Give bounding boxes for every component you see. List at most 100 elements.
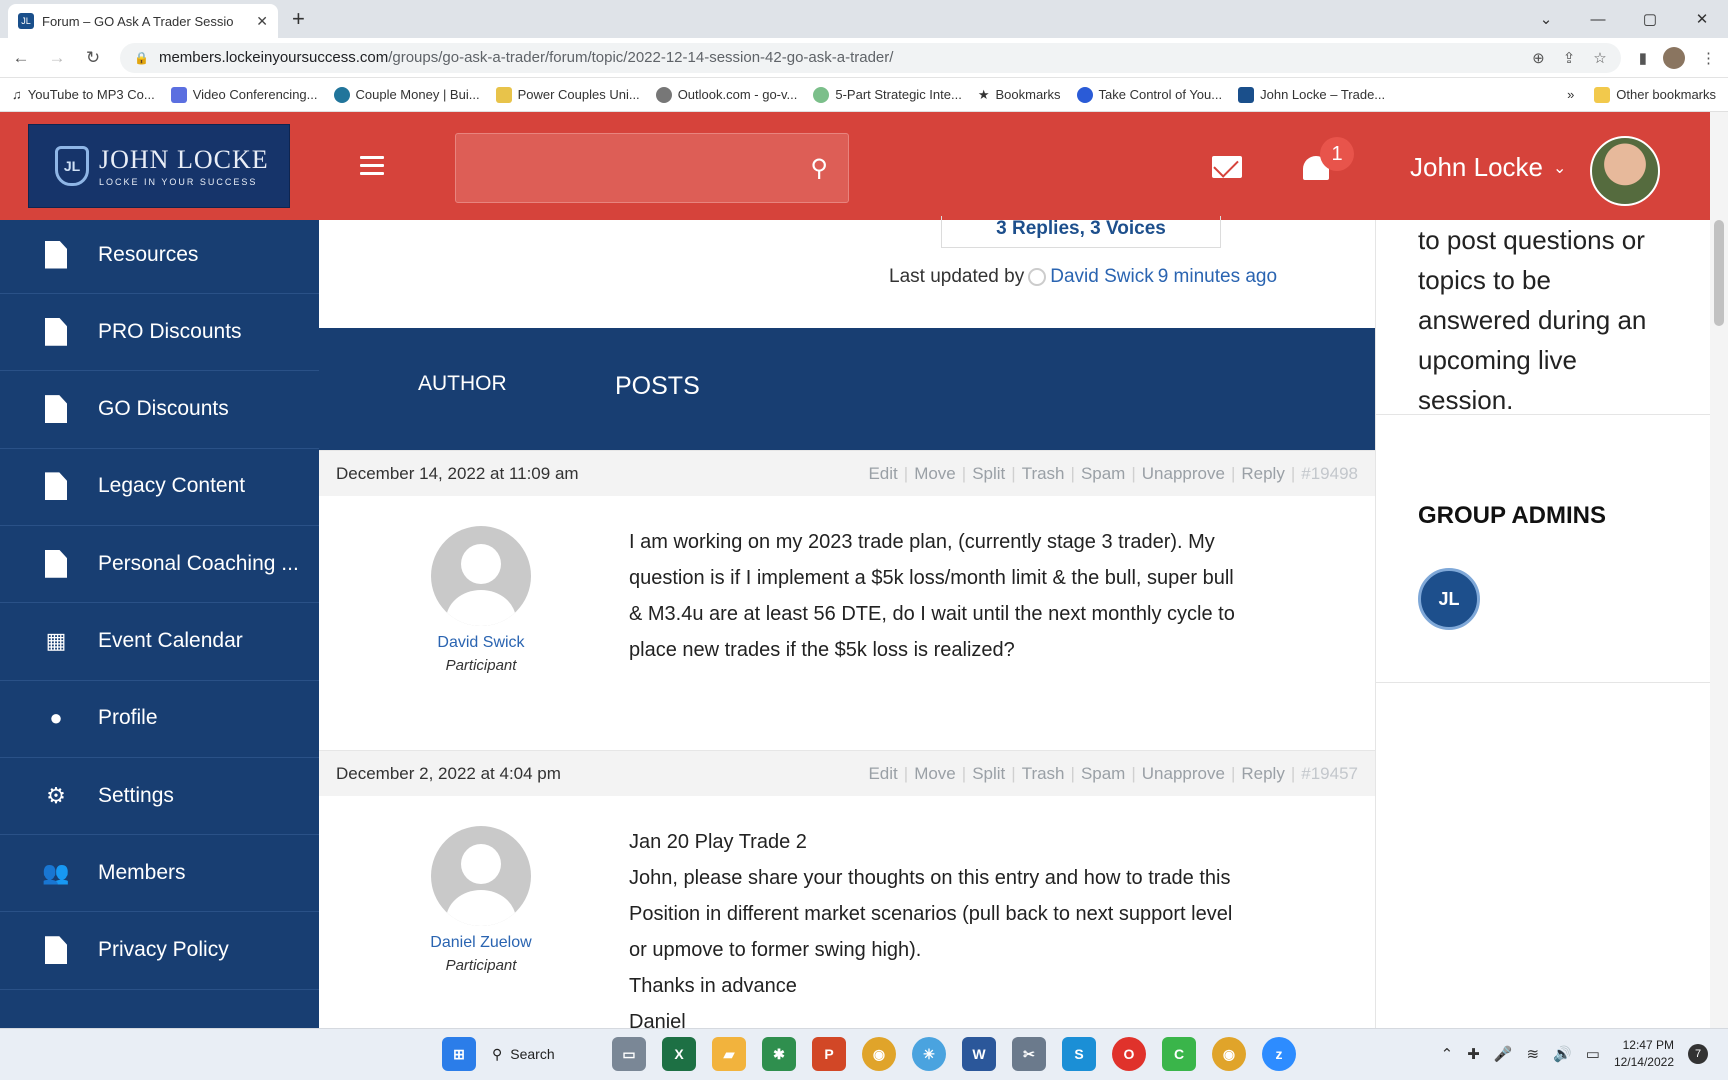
opera-icon[interactable]: O <box>1112 1037 1146 1071</box>
side-panel-icon[interactable]: ▮ <box>1639 49 1647 67</box>
last-updated-time-link[interactable]: 9 minutes ago <box>1158 266 1277 288</box>
post-action-move[interactable]: Move <box>914 764 956 784</box>
post-permalink[interactable]: #19498 <box>1301 464 1358 484</box>
app-tray-icon[interactable]: ✚ <box>1467 1045 1480 1063</box>
author-name-link[interactable]: Daniel Zuelow <box>381 934 581 952</box>
other-bookmarks[interactable]: Other bookmarks <box>1594 86 1716 103</box>
notification-center-badge[interactable]: 7 <box>1688 1044 1708 1064</box>
excel-icon[interactable]: X <box>662 1037 696 1071</box>
envelope-icon[interactable] <box>1212 156 1242 178</box>
close-tab-icon[interactable]: ✕ <box>256 13 268 30</box>
bookmark-item[interactable]: 5-Part Strategic Inte... <box>813 86 962 103</box>
windows-start-icon[interactable]: ⊞ <box>442 1037 476 1071</box>
chevron-up-icon[interactable]: ⌃ <box>1441 1045 1454 1063</box>
post-action-spam[interactable]: Spam <box>1081 464 1125 484</box>
task-view-icon[interactable]: ▭ <box>612 1037 646 1071</box>
battery-icon[interactable]: ▭ <box>1586 1045 1600 1063</box>
sidebar-item[interactable]: Personal Coaching ... <box>0 525 319 604</box>
post-action-trash[interactable]: Trash <box>1022 764 1065 784</box>
sidebar-item[interactable]: Legacy Content <box>0 448 319 526</box>
sidebar-item-label: Profile <box>98 706 158 730</box>
post-action-unapprove[interactable]: Unapprove <box>1142 464 1225 484</box>
author-avatar[interactable] <box>431 826 531 926</box>
back-button[interactable]: ← <box>12 48 30 68</box>
slack-icon[interactable]: ✳ <box>912 1037 946 1071</box>
post-action-split[interactable]: Split <box>972 464 1005 484</box>
more-bookmarks-button[interactable]: » <box>1567 87 1574 102</box>
app-icon[interactable]: ✱ <box>762 1037 796 1071</box>
speaker-icon[interactable]: 🔊 <box>1553 1045 1572 1063</box>
bookmark-item[interactable]: Take Control of You... <box>1076 86 1222 103</box>
browser-tab[interactable]: JL Forum – GO Ask A Trader Sessio ✕ <box>8 4 278 38</box>
chrome-profile-icon[interactable]: ◉ <box>1212 1037 1246 1071</box>
sidebar-item[interactable]: Privacy Policy <box>0 912 319 990</box>
clock[interactable]: 12:47 PM 12/14/2022 <box>1614 1037 1674 1071</box>
share-icon[interactable]: ⇪ <box>1563 49 1576 67</box>
powerpoint-icon[interactable]: P <box>812 1037 846 1071</box>
bookmark-star-icon[interactable]: ☆ <box>1593 49 1606 67</box>
search-icon[interactable]: ⚲ <box>810 154 828 183</box>
bookmark-item[interactable]: Power Couples Uni... <box>495 86 640 103</box>
last-updated-user-link[interactable]: David Swick <box>1050 266 1153 288</box>
sidebar-item[interactable]: ⚙ Settings <box>0 757 319 836</box>
sidebar-item[interactable]: ● Profile <box>0 680 319 758</box>
sidebar-item[interactable]: ▦ Event Calendar <box>0 603 319 681</box>
word-icon[interactable]: W <box>962 1037 996 1071</box>
post-action-spam[interactable]: Spam <box>1081 764 1125 784</box>
reload-button[interactable]: ↻ <box>84 48 102 68</box>
author-avatar[interactable] <box>431 526 531 626</box>
post-action-trash[interactable]: Trash <box>1022 464 1065 484</box>
user-menu[interactable]: John Locke ⌄ <box>1410 152 1566 183</box>
skype-icon[interactable]: S <box>1062 1037 1096 1071</box>
lock-icon[interactable]: 🔒 <box>134 51 149 65</box>
post-action-edit[interactable]: Edit <box>868 464 897 484</box>
microphone-icon[interactable]: 🎤 <box>1494 1045 1513 1063</box>
sidebar-item[interactable]: 👥 Members <box>0 834 319 913</box>
tab-search-chevron-icon[interactable]: ⌄ <box>1520 10 1572 28</box>
scrollbar-thumb[interactable] <box>1714 220 1724 326</box>
wifi-icon[interactable]: ≋ <box>1526 1045 1539 1063</box>
post-permalink[interactable]: #19457 <box>1301 764 1358 784</box>
chrome-icon[interactable]: ◉ <box>862 1037 896 1071</box>
new-tab-button[interactable]: + <box>292 6 305 32</box>
bookmark-item[interactable]: ★ Bookmarks <box>978 87 1061 103</box>
logo-name: JOHN LOCKE <box>99 145 269 174</box>
bookmark-item[interactable]: ♫ YouTube to MP3 Co... <box>12 87 155 102</box>
url-field[interactable]: 🔒 members.lockeinyoursuccess.com/groups/… <box>120 42 1621 73</box>
camtasia-icon[interactable]: C <box>1162 1037 1196 1071</box>
post-action-move[interactable]: Move <box>914 464 956 484</box>
bookmark-item[interactable]: Outlook.com - go-v... <box>655 86 797 103</box>
forward-button[interactable]: → <box>48 48 66 68</box>
post-action-split[interactable]: Split <box>972 764 1005 784</box>
bookmark-item[interactable]: John Locke – Trade... <box>1238 86 1385 103</box>
bookmark-item[interactable]: Video Conferencing... <box>170 86 318 103</box>
author-name-link[interactable]: David Swick <box>381 634 581 652</box>
bookmark-item[interactable]: Couple Money | Bui... <box>333 86 480 103</box>
user-avatar[interactable] <box>1590 136 1660 206</box>
file-explorer-icon[interactable]: ▰ <box>712 1037 746 1071</box>
post-action-edit[interactable]: Edit <box>868 764 897 784</box>
hamburger-menu-icon[interactable] <box>360 156 384 180</box>
browser-menu-icon[interactable]: ⋮ <box>1701 49 1716 67</box>
taskbar-search[interactable]: ⚲ Search <box>492 1037 596 1071</box>
zoom-icon[interactable]: ⊕ <box>1532 49 1545 67</box>
post-action-unapprove[interactable]: Unapprove <box>1142 764 1225 784</box>
minimize-button[interactable]: — <box>1572 11 1624 28</box>
sidebar-item[interactable]: GO Discounts <box>0 371 319 449</box>
group-admin-avatar[interactable]: JL <box>1418 568 1480 630</box>
profile-avatar[interactable] <box>1663 46 1685 69</box>
zoom-icon[interactable]: z <box>1262 1037 1296 1071</box>
post-action-reply[interactable]: Reply <box>1241 464 1284 484</box>
close-window-button[interactable]: ✕ <box>1676 10 1728 28</box>
snipping-tool-icon[interactable]: ✂ <box>1012 1037 1046 1071</box>
site-search-input[interactable]: ⚲ <box>455 133 849 203</box>
notification-badge[interactable]: 1 <box>1320 137 1354 171</box>
page-scrollbar[interactable] <box>1710 112 1728 1028</box>
post-line: John, please share your thoughts on this… <box>629 867 1231 889</box>
maximize-button[interactable]: ▢ <box>1624 10 1676 28</box>
post-action-reply[interactable]: Reply <box>1241 764 1284 784</box>
site-logo[interactable]: JL JOHN LOCKE LOCKE IN YOUR SUCCESS <box>28 124 290 208</box>
sidebar-item[interactable]: Resources <box>0 216 319 294</box>
sidebar-item[interactable]: PRO Discounts <box>0 293 319 372</box>
logo-tagline: LOCKE IN YOUR SUCCESS <box>99 177 258 187</box>
